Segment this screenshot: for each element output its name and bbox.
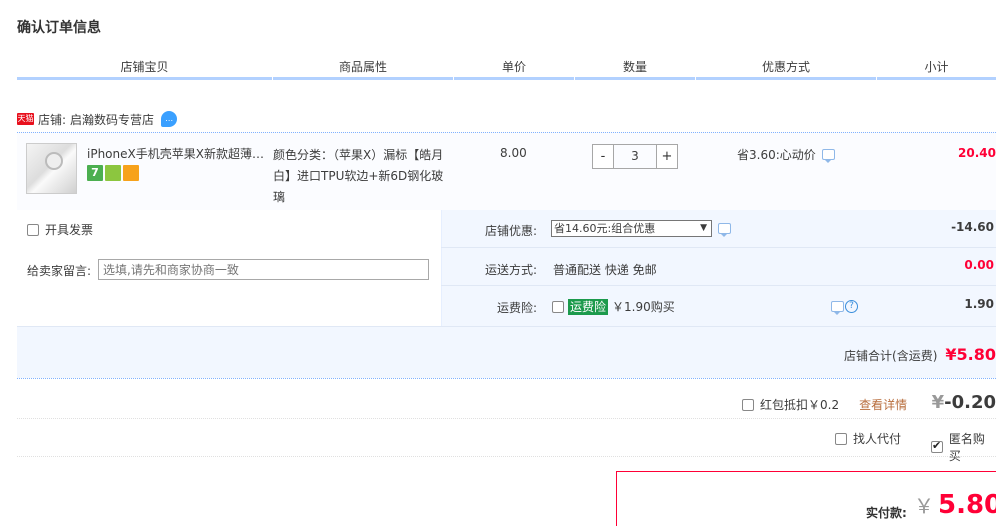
quantity-stepper: - 3 + — [592, 144, 678, 169]
divider — [17, 378, 996, 379]
red-packet-label: 红包抵扣￥0.2 — [760, 398, 840, 412]
shipping-price: 0.00 — [964, 258, 994, 272]
product-thumbnail[interactable] — [26, 143, 77, 194]
unit-price: 8.00 — [500, 146, 527, 160]
comment-icon[interactable] — [821, 149, 835, 163]
column-subtotal: 小计 — [877, 58, 996, 80]
service-icons: 7 — [87, 165, 139, 181]
shop-discount-selected: 省14.60元:组合优惠 — [554, 222, 656, 235]
proxy-pay-option: 找人代付 — [835, 430, 901, 447]
shop-line: 天猫 店铺: 启瀚数码专营店 … — [17, 108, 178, 130]
promotion-text: 省3.60:心动价 — [737, 148, 816, 162]
insurance-badge: 运费险 — [568, 298, 609, 315]
divider — [441, 285, 996, 286]
shipping-label: 运送方式: — [484, 263, 537, 277]
shop-discount-value: -14.60 — [951, 220, 994, 234]
shop-discount-label: 店铺优惠: — [484, 224, 537, 238]
column-price: 单价 — [454, 58, 574, 80]
seven-day-return-icon: 7 — [87, 165, 103, 181]
currency-symbol: ¥ — [931, 392, 945, 413]
currency-symbol: ￥ — [914, 494, 934, 518]
wangwang-chat-icon[interactable]: … — [161, 111, 178, 127]
message-input[interactable] — [98, 259, 429, 280]
column-discount: 优惠方式 — [696, 58, 876, 80]
shop-discount-select[interactable]: 省14.60元:组合优惠 ▼ — [551, 220, 712, 237]
divider — [441, 210, 442, 326]
column-shop-item: 店铺宝贝 — [17, 58, 272, 80]
message-label: 给卖家留言: — [27, 264, 92, 278]
quantity-increase-button[interactable]: + — [656, 144, 678, 169]
column-attributes: 商品属性 — [273, 58, 453, 80]
divider — [441, 247, 996, 248]
page-title: 确认订单信息 — [17, 20, 101, 36]
credit-card-icon — [123, 165, 139, 181]
proxy-pay-checkbox[interactable] — [835, 432, 847, 445]
shop-label: 店铺: — [38, 112, 67, 127]
shop-total: 店铺合计(含运费) ¥5.80 — [844, 345, 996, 364]
insurance-checkbox[interactable] — [552, 300, 564, 313]
shop-name[interactable]: 启瀚数码专营店 — [70, 111, 154, 128]
insurance-option: 运费险 ￥1.90购买 — [552, 298, 675, 315]
red-packet-checkbox[interactable] — [742, 398, 754, 411]
divider — [17, 418, 996, 419]
item-subtotal: 20.40 — [958, 146, 996, 160]
help-icon[interactable]: ? — [845, 300, 858, 313]
shop-total-label: 店铺合计(含运费) — [844, 349, 938, 363]
attribute-line: 白】进口TPU软边+新6D钢化玻璃 — [273, 169, 444, 204]
red-packet-amount: ¥-0.20 — [932, 392, 996, 413]
red-packet-value: -0.20 — [944, 392, 996, 413]
order-table-header: 店铺宝贝 商品属性 单价 数量 优惠方式 小计 — [17, 58, 996, 80]
anonymous-purchase-checkbox[interactable] — [931, 439, 943, 453]
comment-icon[interactable] — [831, 301, 844, 315]
column-quantity: 数量 — [575, 58, 695, 80]
proxy-pay-label: 找人代付 — [853, 432, 902, 446]
dropdown-arrow-icon: ▼ — [700, 223, 707, 233]
red-packet-details-link[interactable]: 查看详情 — [859, 396, 907, 413]
payment-amount: ￥ 5.80 — [914, 490, 996, 520]
payment-total: 5.80 — [938, 490, 996, 520]
red-packet-option: 红包抵扣￥0.2 查看详情 — [742, 396, 907, 413]
invoice-label: 开具发票 — [45, 223, 94, 237]
payment-label: 实付款: — [866, 506, 907, 520]
shop-total-amount: ¥5.80 — [945, 345, 996, 364]
attribute-line: 颜色分类：（苹果X）漏标【皓月 — [273, 148, 444, 162]
anonymous-purchase-option: 匿名购买 — [931, 430, 996, 464]
invoice-checkbox[interactable] — [27, 223, 39, 236]
insurance-text: ￥1.90购买 — [612, 300, 675, 314]
comment-icon[interactable] — [718, 223, 731, 237]
item-row — [17, 132, 996, 210]
item-attributes: 颜色分类：（苹果X）漏标【皓月 白】进口TPU软边+新6D钢化玻璃 — [273, 145, 453, 208]
insurance-label: 运费险: — [496, 301, 537, 315]
guarantee-icon — [105, 165, 121, 181]
invoice-option: 开具发票 — [27, 221, 93, 238]
tmall-icon: 天猫 — [17, 113, 34, 125]
insurance-help: ? — [831, 300, 858, 315]
divider — [17, 326, 996, 327]
quantity-input[interactable]: 3 — [614, 144, 656, 169]
insurance-price: 1.90 — [964, 297, 994, 311]
anonymous-purchase-label: 匿名购买 — [948, 432, 985, 463]
divider — [17, 456, 996, 457]
quantity-decrease-button[interactable]: - — [592, 144, 614, 169]
item-name[interactable]: iPhoneX手机壳苹果X新款超薄玻璃... — [87, 145, 269, 162]
promotion: 省3.60:心动价 — [737, 146, 835, 163]
shipping-method: 普通配送 快递 免邮 — [553, 263, 657, 277]
